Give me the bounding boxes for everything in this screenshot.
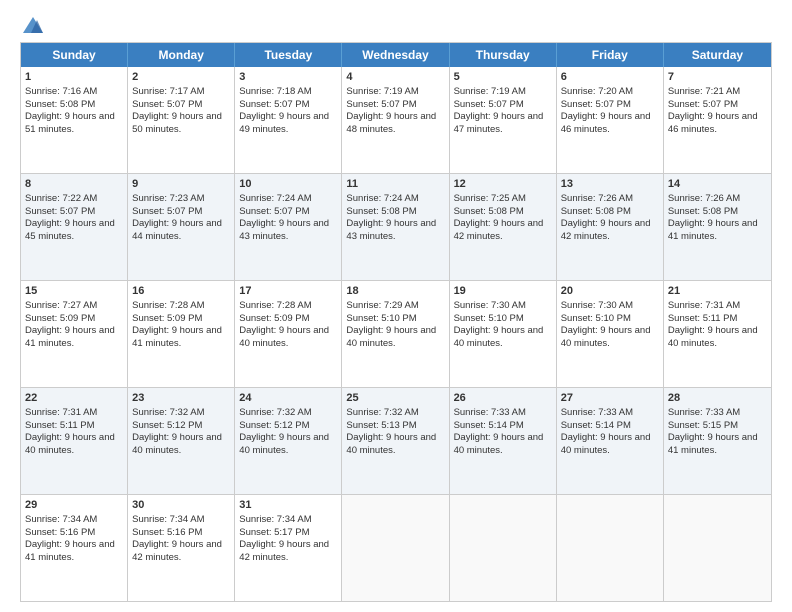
- day-cell-15: 15Sunrise: 7:27 AMSunset: 5:09 PMDayligh…: [21, 281, 128, 387]
- day-cell-16: 16Sunrise: 7:28 AMSunset: 5:09 PMDayligh…: [128, 281, 235, 387]
- header: [20, 16, 772, 34]
- day-cell-24: 24Sunrise: 7:32 AMSunset: 5:12 PMDayligh…: [235, 388, 342, 494]
- day-cell-31: 31Sunrise: 7:34 AMSunset: 5:17 PMDayligh…: [235, 495, 342, 601]
- day-number: 6: [561, 70, 659, 85]
- day-number: 27: [561, 391, 659, 406]
- day-cell-4: 4Sunrise: 7:19 AMSunset: 5:07 PMDaylight…: [342, 67, 449, 173]
- day-number: 2: [132, 70, 230, 85]
- calendar-row-2: 8Sunrise: 7:22 AMSunset: 5:07 PMDaylight…: [21, 174, 771, 281]
- day-cell-13: 13Sunrise: 7:26 AMSunset: 5:08 PMDayligh…: [557, 174, 664, 280]
- day-cell-12: 12Sunrise: 7:25 AMSunset: 5:08 PMDayligh…: [450, 174, 557, 280]
- day-number: 24: [239, 391, 337, 406]
- day-number: 9: [132, 177, 230, 192]
- day-cell-3: 3Sunrise: 7:18 AMSunset: 5:07 PMDaylight…: [235, 67, 342, 173]
- empty-cell: [557, 495, 664, 601]
- header-day-sunday: Sunday: [21, 43, 128, 67]
- day-cell-1: 1Sunrise: 7:16 AMSunset: 5:08 PMDaylight…: [21, 67, 128, 173]
- day-cell-6: 6Sunrise: 7:20 AMSunset: 5:07 PMDaylight…: [557, 67, 664, 173]
- day-cell-17: 17Sunrise: 7:28 AMSunset: 5:09 PMDayligh…: [235, 281, 342, 387]
- day-number: 17: [239, 284, 337, 299]
- day-number: 15: [25, 284, 123, 299]
- day-cell-2: 2Sunrise: 7:17 AMSunset: 5:07 PMDaylight…: [128, 67, 235, 173]
- day-cell-27: 27Sunrise: 7:33 AMSunset: 5:14 PMDayligh…: [557, 388, 664, 494]
- day-number: 23: [132, 391, 230, 406]
- day-cell-22: 22Sunrise: 7:31 AMSunset: 5:11 PMDayligh…: [21, 388, 128, 494]
- day-number: 1: [25, 70, 123, 85]
- day-cell-19: 19Sunrise: 7:30 AMSunset: 5:10 PMDayligh…: [450, 281, 557, 387]
- day-cell-7: 7Sunrise: 7:21 AMSunset: 5:07 PMDaylight…: [664, 67, 771, 173]
- day-number: 14: [668, 177, 767, 192]
- day-cell-9: 9Sunrise: 7:23 AMSunset: 5:07 PMDaylight…: [128, 174, 235, 280]
- header-day-saturday: Saturday: [664, 43, 771, 67]
- day-cell-20: 20Sunrise: 7:30 AMSunset: 5:10 PMDayligh…: [557, 281, 664, 387]
- day-number: 26: [454, 391, 552, 406]
- calendar-header: SundayMondayTuesdayWednesdayThursdayFrid…: [21, 43, 771, 67]
- day-number: 3: [239, 70, 337, 85]
- empty-cell: [664, 495, 771, 601]
- day-cell-29: 29Sunrise: 7:34 AMSunset: 5:16 PMDayligh…: [21, 495, 128, 601]
- day-number: 7: [668, 70, 767, 85]
- empty-cell: [450, 495, 557, 601]
- calendar-row-4: 22Sunrise: 7:31 AMSunset: 5:11 PMDayligh…: [21, 388, 771, 495]
- calendar-page: SundayMondayTuesdayWednesdayThursdayFrid…: [0, 0, 792, 612]
- empty-cell: [342, 495, 449, 601]
- day-number: 29: [25, 498, 123, 513]
- day-number: 10: [239, 177, 337, 192]
- header-day-friday: Friday: [557, 43, 664, 67]
- header-day-tuesday: Tuesday: [235, 43, 342, 67]
- calendar-body: 1Sunrise: 7:16 AMSunset: 5:08 PMDaylight…: [21, 67, 771, 601]
- day-cell-25: 25Sunrise: 7:32 AMSunset: 5:13 PMDayligh…: [342, 388, 449, 494]
- day-cell-21: 21Sunrise: 7:31 AMSunset: 5:11 PMDayligh…: [664, 281, 771, 387]
- calendar: SundayMondayTuesdayWednesdayThursdayFrid…: [20, 42, 772, 602]
- day-number: 16: [132, 284, 230, 299]
- calendar-row-5: 29Sunrise: 7:34 AMSunset: 5:16 PMDayligh…: [21, 495, 771, 601]
- calendar-row-1: 1Sunrise: 7:16 AMSunset: 5:08 PMDaylight…: [21, 67, 771, 174]
- day-cell-30: 30Sunrise: 7:34 AMSunset: 5:16 PMDayligh…: [128, 495, 235, 601]
- day-cell-23: 23Sunrise: 7:32 AMSunset: 5:12 PMDayligh…: [128, 388, 235, 494]
- calendar-row-3: 15Sunrise: 7:27 AMSunset: 5:09 PMDayligh…: [21, 281, 771, 388]
- logo-icon: [22, 16, 44, 34]
- day-cell-11: 11Sunrise: 7:24 AMSunset: 5:08 PMDayligh…: [342, 174, 449, 280]
- day-cell-18: 18Sunrise: 7:29 AMSunset: 5:10 PMDayligh…: [342, 281, 449, 387]
- header-day-wednesday: Wednesday: [342, 43, 449, 67]
- day-number: 22: [25, 391, 123, 406]
- header-day-thursday: Thursday: [450, 43, 557, 67]
- day-cell-14: 14Sunrise: 7:26 AMSunset: 5:08 PMDayligh…: [664, 174, 771, 280]
- day-number: 30: [132, 498, 230, 513]
- header-day-monday: Monday: [128, 43, 235, 67]
- day-number: 8: [25, 177, 123, 192]
- day-cell-10: 10Sunrise: 7:24 AMSunset: 5:07 PMDayligh…: [235, 174, 342, 280]
- logo: [20, 16, 44, 34]
- day-number: 12: [454, 177, 552, 192]
- day-number: 28: [668, 391, 767, 406]
- day-number: 4: [346, 70, 444, 85]
- day-number: 5: [454, 70, 552, 85]
- day-number: 19: [454, 284, 552, 299]
- day-number: 11: [346, 177, 444, 192]
- day-number: 20: [561, 284, 659, 299]
- day-cell-26: 26Sunrise: 7:33 AMSunset: 5:14 PMDayligh…: [450, 388, 557, 494]
- day-number: 18: [346, 284, 444, 299]
- day-number: 13: [561, 177, 659, 192]
- day-number: 31: [239, 498, 337, 513]
- day-number: 21: [668, 284, 767, 299]
- day-number: 25: [346, 391, 444, 406]
- day-cell-8: 8Sunrise: 7:22 AMSunset: 5:07 PMDaylight…: [21, 174, 128, 280]
- day-cell-5: 5Sunrise: 7:19 AMSunset: 5:07 PMDaylight…: [450, 67, 557, 173]
- day-cell-28: 28Sunrise: 7:33 AMSunset: 5:15 PMDayligh…: [664, 388, 771, 494]
